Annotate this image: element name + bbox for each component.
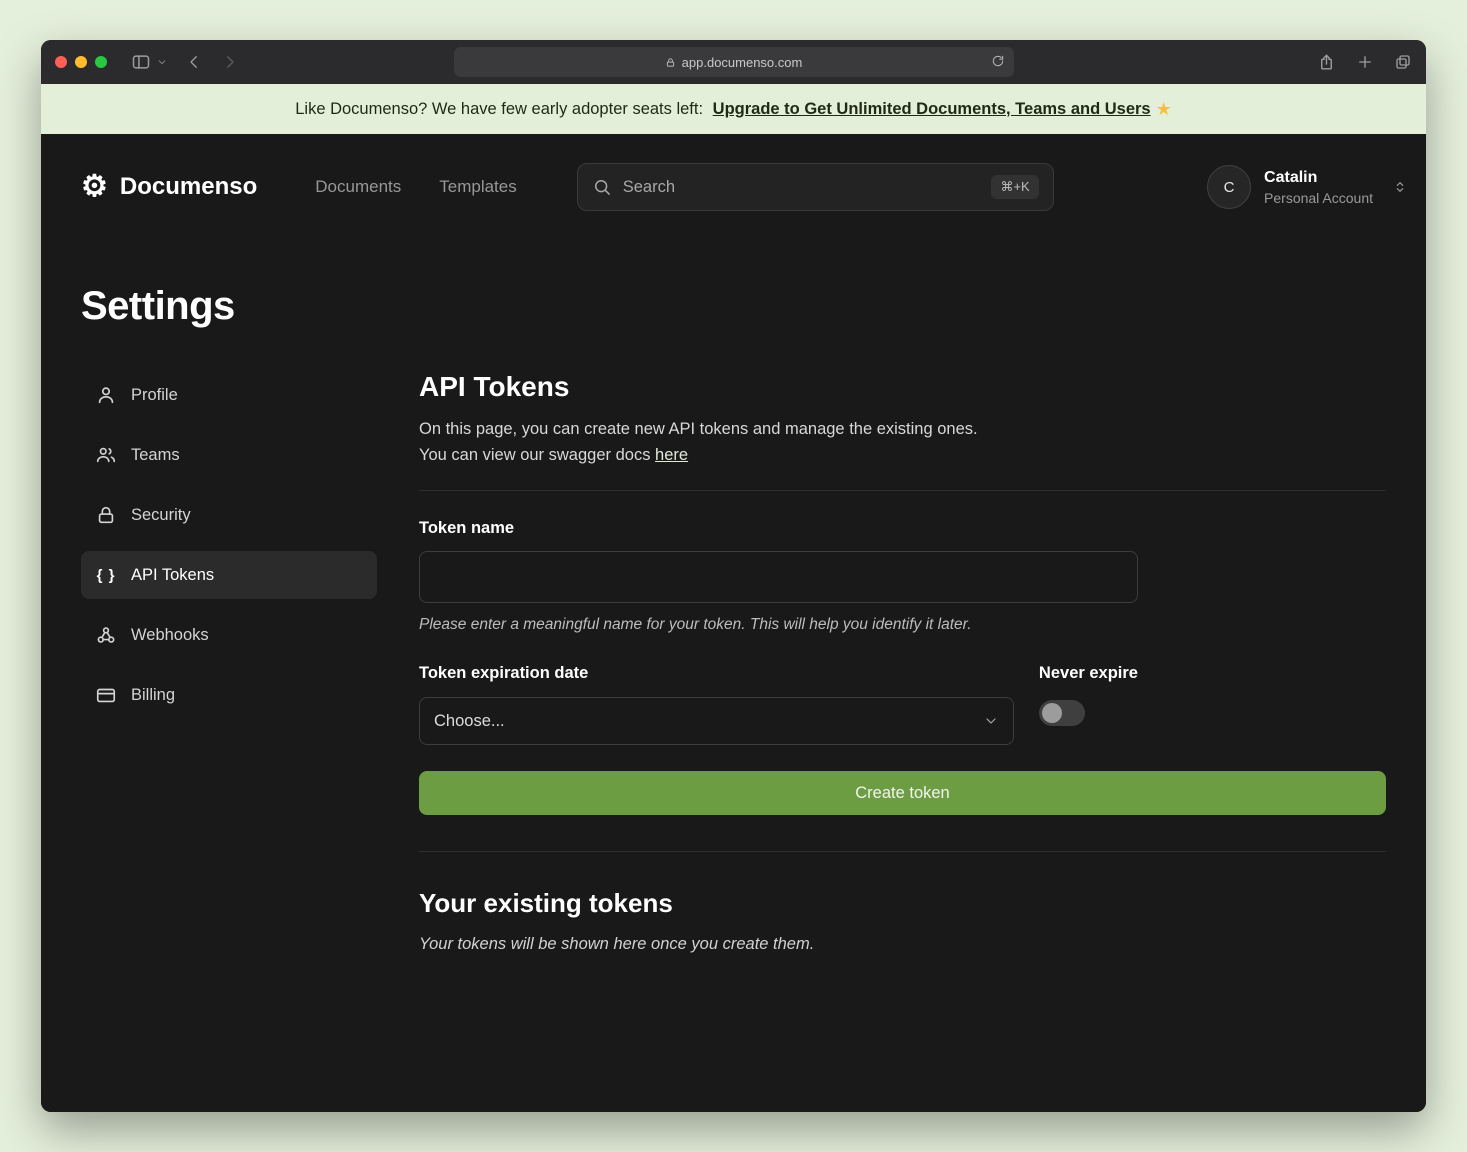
token-name-input[interactable]: [419, 551, 1138, 603]
chevron-up-down-icon: [1392, 179, 1408, 195]
minimize-window-button[interactable]: [75, 56, 87, 68]
expiration-selected-value: Choose...: [434, 712, 505, 731]
user-menu[interactable]: C Catalin Personal Account: [1207, 165, 1408, 209]
existing-tokens-empty-message: Your tokens will be shown here once you …: [419, 935, 1386, 954]
user-icon: [95, 384, 117, 406]
app-header: ⚙ Documenso Documents Templates Search ⌘…: [81, 134, 1408, 240]
user-account-type: Personal Account: [1264, 190, 1373, 206]
webhook-icon: [95, 624, 117, 646]
traffic-lights: [55, 56, 107, 68]
credit-card-icon: [95, 684, 117, 706]
lock-icon: [95, 504, 117, 526]
search-input[interactable]: Search ⌘+K: [577, 163, 1054, 211]
zoom-window-button[interactable]: [95, 56, 107, 68]
banner-text: Like Documenso? We have few early adopte…: [295, 100, 707, 119]
sidebar-dropdown-chevron-icon[interactable]: [157, 57, 167, 67]
sidebar-item-webhooks[interactable]: Webhooks: [81, 611, 377, 659]
browser-toolbar: app.documenso.com: [41, 40, 1426, 84]
sidebar-item-teams[interactable]: Teams: [81, 431, 377, 479]
brand[interactable]: ⚙ Documenso: [81, 172, 257, 202]
never-expire-label: Never expire: [1039, 664, 1138, 683]
sidebar-item-label: Security: [131, 506, 191, 525]
upgrade-link[interactable]: Upgrade to Get Unlimited Documents, Team…: [713, 100, 1151, 119]
create-token-button[interactable]: Create token: [419, 771, 1386, 815]
refresh-icon[interactable]: [991, 54, 1005, 68]
brand-name: Documenso: [120, 173, 257, 201]
settings-sidebar: Profile Teams Security { } API Token: [81, 371, 377, 954]
search-label: Search: [623, 178, 675, 197]
top-nav: Documents Templates: [315, 177, 516, 197]
existing-tokens-title: Your existing tokens: [419, 888, 1386, 919]
token-name-helper: Please enter a meaningful name for your …: [419, 616, 1138, 634]
sidebar-item-label: API Tokens: [131, 566, 214, 585]
page-title: Settings: [81, 284, 1386, 329]
section-description: On this page, you can create new API tok…: [419, 417, 1386, 468]
section-title: API Tokens: [419, 371, 1386, 403]
toggle-knob: [1042, 703, 1062, 723]
token-name-label: Token name: [419, 519, 1138, 538]
close-window-button[interactable]: [55, 56, 67, 68]
sidebar-toggle-icon[interactable]: [131, 52, 151, 72]
sidebar-item-billing[interactable]: Billing: [81, 671, 377, 719]
avatar: C: [1207, 165, 1251, 209]
lock-icon: [665, 57, 676, 68]
sidebar-item-profile[interactable]: Profile: [81, 371, 377, 419]
star-icon: ★: [1156, 99, 1172, 120]
new-tab-icon[interactable]: [1356, 53, 1374, 71]
sidebar-item-api-tokens[interactable]: { } API Tokens: [81, 551, 377, 599]
sidebar-item-label: Billing: [131, 686, 175, 705]
search-shortcut-badge: ⌘+K: [991, 175, 1038, 199]
browser-window: app.documenso.com Like Documenso? We hav…: [41, 40, 1426, 1112]
chevron-down-icon: [983, 713, 999, 729]
nav-documents[interactable]: Documents: [315, 177, 401, 197]
never-expire-toggle[interactable]: [1039, 700, 1085, 726]
promo-banner: Like Documenso? We have few early adopte…: [41, 84, 1426, 134]
sidebar-item-security[interactable]: Security: [81, 491, 377, 539]
divider: [419, 851, 1386, 852]
sidebar-item-label: Profile: [131, 386, 178, 405]
documenso-logo-icon: ⚙: [81, 172, 108, 202]
users-icon: [95, 444, 117, 466]
tab-overview-icon[interactable]: [1394, 53, 1412, 71]
divider: [419, 490, 1386, 491]
address-bar[interactable]: app.documenso.com: [454, 47, 1014, 77]
swagger-docs-link[interactable]: here: [655, 446, 688, 464]
app-page: ⚙ Documenso Documents Templates Search ⌘…: [41, 134, 1426, 1112]
user-name: Catalin: [1264, 168, 1373, 187]
share-icon[interactable]: [1317, 53, 1336, 72]
nav-templates[interactable]: Templates: [439, 177, 516, 197]
sidebar-item-label: Webhooks: [131, 626, 209, 645]
url-text: app.documenso.com: [682, 55, 803, 70]
api-tokens-panel: API Tokens On this page, you can create …: [419, 371, 1386, 954]
forward-button-icon[interactable]: [221, 53, 239, 71]
sidebar-item-label: Teams: [131, 446, 180, 465]
braces-icon: { }: [95, 567, 117, 584]
back-button-icon[interactable]: [185, 53, 203, 71]
expiration-select[interactable]: Choose...: [419, 697, 1014, 745]
search-icon: [592, 177, 612, 197]
token-expiration-label: Token expiration date: [419, 664, 1014, 683]
